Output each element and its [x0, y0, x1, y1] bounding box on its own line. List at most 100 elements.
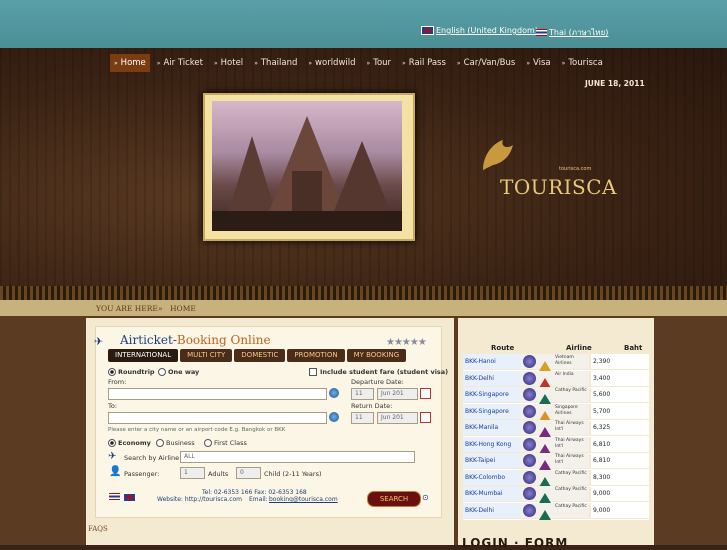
table-row[interactable]: BKK-Hanoi Vietnam Airlines 2,390 — [463, 354, 649, 371]
route-cell[interactable]: BKK-Delhi — [463, 370, 521, 386]
economy-option[interactable]: Economy — [108, 439, 151, 447]
to-input[interactable] — [108, 412, 327, 424]
airline-select[interactable]: ALL — [180, 451, 415, 463]
globe-icon[interactable] — [329, 388, 339, 398]
nav-item-tour[interactable]: » Tour — [363, 54, 396, 72]
departure-day-select[interactable]: 11 — [351, 388, 374, 400]
chevron-right-icon: » — [254, 60, 258, 67]
airline-name: Thai Airways Int'l — [555, 454, 584, 465]
language-thai-link[interactable]: Thai (ภาษาไทย) — [536, 26, 608, 39]
breadcrumb-separator: » — [158, 304, 163, 313]
table-row[interactable]: BKK-Delhi Air India 3,400 — [463, 370, 649, 388]
uk-flag-icon[interactable] — [123, 493, 136, 502]
route-cell[interactable]: BKK-Manila — [463, 420, 521, 435]
route-cell[interactable]: BKK-Singapore — [463, 403, 521, 419]
thai-flag-icon[interactable] — [109, 493, 120, 500]
return-month-select[interactable]: Jun 201 — [377, 412, 418, 424]
language-english-link[interactable]: English (United Kingdom) — [421, 26, 538, 35]
table-row[interactable]: BKK-Hong Kong Thai Airways Int'l 6,810 — [463, 436, 649, 454]
airline-cell: Cathay Pacific — [521, 387, 589, 404]
airline-logo-icon — [539, 455, 551, 470]
airline-globe-icon — [523, 470, 536, 484]
radio-icon — [158, 368, 166, 376]
english-label[interactable]: English (United Kingdom) — [436, 26, 538, 35]
route-cell[interactable]: BKK-Hanoi — [463, 354, 521, 369]
nav-item-worldwild[interactable]: » worldwild — [304, 54, 359, 72]
route-cell[interactable]: BKK-Hong Kong — [463, 436, 521, 452]
route-cell[interactable]: BKK-Delhi — [463, 502, 521, 518]
radio-icon — [156, 439, 164, 447]
adults-select[interactable]: 1 — [180, 467, 205, 479]
table-row[interactable]: BKK-Delhi Cathay Pacific 9,000 — [463, 502, 649, 520]
roundtrip-label: Roundtrip — [118, 368, 155, 376]
nav-item-hotel[interactable]: » Hotel — [210, 54, 247, 72]
business-option[interactable]: Business — [156, 439, 195, 447]
naga-emblem-icon — [483, 140, 513, 170]
nav-item-rail-pass[interactable]: » Rail Pass — [398, 54, 450, 72]
breadcrumb-home[interactable]: HOME — [170, 304, 196, 313]
airline-logo-icon — [539, 406, 551, 421]
tab-international[interactable]: INTERNATIONAL — [108, 349, 179, 362]
tab-my-booking[interactable]: MY BOOKING — [346, 349, 407, 362]
contact-email-link[interactable]: booking@tourisca.com — [269, 496, 338, 503]
table-row[interactable]: BKK-Manila Thai Airways Int'l 6,325 — [463, 420, 649, 437]
calendar-icon[interactable] — [420, 412, 431, 423]
airline-cell: Air India — [521, 370, 589, 388]
airline-globe-icon — [523, 454, 536, 467]
roundtrip-option[interactable]: Roundtrip — [108, 368, 155, 376]
airline-globe-icon — [523, 355, 536, 368]
route-cell[interactable]: BKK-Mumbai — [463, 486, 521, 501]
return-day-select[interactable]: 11 — [351, 412, 374, 424]
table-row[interactable]: BKK-Colombo Cathay Pacific 8,300 — [463, 469, 649, 487]
nav-item-label: Air Ticket — [163, 58, 203, 68]
help-icon[interactable]: ⊙ — [422, 493, 429, 502]
table-row[interactable]: BKK-Taipei Thai Airways Int'l 6,810 — [463, 453, 649, 470]
nav-item-air-ticket[interactable]: » Air Ticket — [153, 54, 207, 72]
table-row[interactable]: BKK-Mumbai Cathay Pacific 9,000 — [463, 486, 649, 503]
route-cell[interactable]: BKK-Singapore — [463, 387, 521, 402]
baht-cell: 9,000 — [591, 486, 649, 501]
table-row[interactable]: BKK-Singapore Cathay Pacific 5,600 — [463, 387, 649, 404]
child-label: Child (2-11 Years) — [264, 470, 322, 478]
search-button[interactable]: SEARCH — [367, 491, 421, 507]
nav-item-label: Thailand — [260, 58, 298, 68]
baht-cell: 3,400 — [591, 370, 649, 386]
airline-cell: Thai Airways Int'l — [521, 436, 589, 454]
airline-logo-svg — [539, 427, 551, 437]
tab-multi-city[interactable]: MULTI CITY — [180, 349, 233, 362]
passenger-label: Passenger: — [124, 470, 160, 478]
route-cell[interactable]: BKK-Taipei — [463, 453, 521, 468]
student-fare-option[interactable]: Include student fare (student visa) — [309, 368, 448, 376]
nav-item-car-van-bus[interactable]: » Car/Van/Bus — [453, 54, 519, 72]
contact-website[interactable]: Website: http://tourisca.com — [157, 496, 242, 503]
from-input[interactable] — [108, 388, 327, 400]
departure-month-select[interactable]: Jun 201 — [377, 388, 418, 400]
tab-promotion[interactable]: PROMOTION — [287, 349, 345, 362]
tab-domestic[interactable]: DOMESTIC — [234, 349, 286, 362]
globe-icon[interactable] — [329, 412, 339, 422]
airline-logo-icon — [539, 472, 551, 487]
calendar-icon[interactable] — [420, 388, 431, 399]
nav-item-tourisca[interactable]: » Tourisca — [558, 54, 607, 72]
tourisca-logo[interactable]: tourisca.com TOURISCA — [478, 135, 617, 205]
current-date: JUNE 18, 2011 — [585, 79, 645, 88]
chevron-right-icon: » — [156, 60, 161, 67]
booking-title: Airticket-Booking Online — [120, 333, 271, 347]
baht-header: Baht — [624, 344, 643, 352]
nav-item-thailand[interactable]: » Thailand — [250, 54, 301, 72]
nav-item-home[interactable]: » Home — [110, 54, 150, 72]
airline-name: Air India — [555, 371, 574, 377]
first-class-option[interactable]: First Class — [204, 439, 247, 447]
oneway-option[interactable]: One way — [158, 368, 199, 376]
airline-globe-icon — [523, 421, 536, 434]
faqs-heading[interactable]: FAQS — [88, 525, 108, 533]
airline-logo-svg — [539, 394, 551, 404]
route-cell[interactable]: BKK-Colombo — [463, 469, 521, 485]
hero-photo-frame — [203, 93, 415, 241]
radio-icon — [108, 368, 116, 376]
table-row[interactable]: BKK-Singapore Singapore Airlines 5,700 — [463, 403, 649, 421]
child-select[interactable]: 0 — [236, 467, 261, 479]
airline-logo-svg — [539, 361, 551, 371]
thai-label[interactable]: Thai (ภาษาไทย) — [549, 28, 608, 37]
nav-item-visa[interactable]: » Visa — [522, 54, 554, 72]
